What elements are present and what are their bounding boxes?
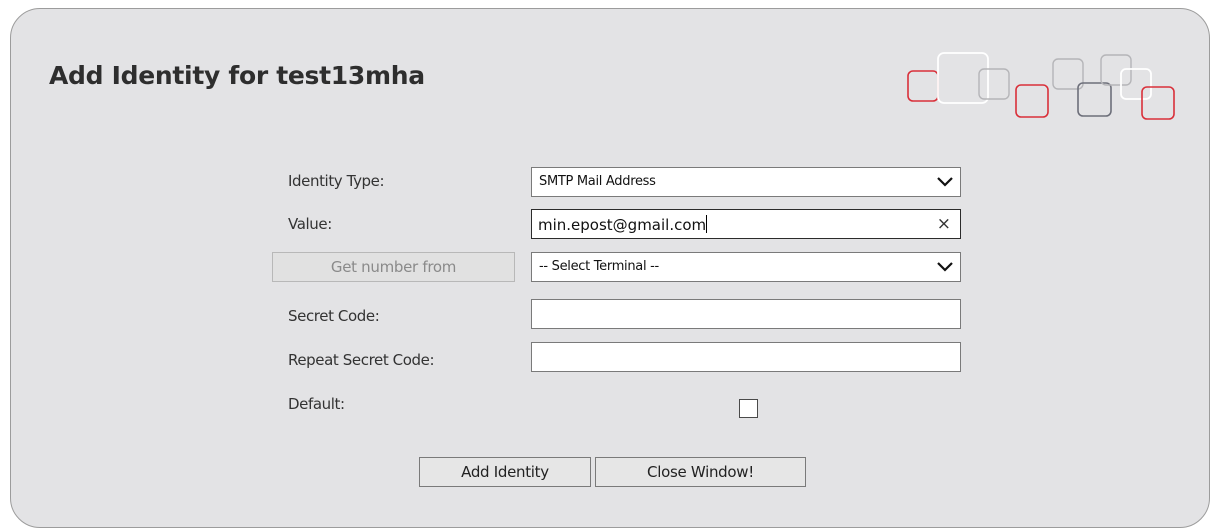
- secret-code-label: Secret Code:: [288, 307, 380, 325]
- value-input-text: min.epost@gmail.com: [538, 215, 708, 234]
- identity-type-label: Identity Type:: [288, 172, 385, 190]
- get-number-from-button[interactable]: Get number from: [272, 252, 515, 282]
- terminal-select[interactable]: -- Select Terminal --: [531, 252, 961, 282]
- value-input[interactable]: min.epost@gmail.com ×: [531, 209, 961, 239]
- repeat-secret-code-input[interactable]: [531, 342, 961, 372]
- add-identity-button[interactable]: Add Identity: [419, 457, 591, 487]
- repeat-secret-code-label: Repeat Secret Code:: [288, 351, 435, 369]
- identity-type-selected-value: SMTP Mail Address: [539, 174, 656, 189]
- dialog-title: Add Identity for test13mha: [49, 61, 425, 90]
- chevron-down-icon: [937, 262, 953, 272]
- secret-code-input[interactable]: [531, 299, 961, 329]
- chevron-down-icon: [937, 177, 953, 187]
- value-label: Value:: [288, 215, 332, 233]
- clear-icon[interactable]: ×: [937, 214, 951, 234]
- default-checkbox[interactable]: [739, 399, 758, 418]
- default-label: Default:: [288, 395, 345, 413]
- add-identity-dialog: Add Identity for test13mha Identity Type…: [10, 8, 1210, 528]
- text-cursor: [706, 215, 708, 233]
- terminal-selected-value: -- Select Terminal --: [539, 259, 659, 274]
- identity-type-select[interactable]: SMTP Mail Address: [531, 167, 961, 197]
- close-window-button[interactable]: Close Window!: [595, 457, 806, 487]
- decorative-squares-logo: [907, 52, 1175, 120]
